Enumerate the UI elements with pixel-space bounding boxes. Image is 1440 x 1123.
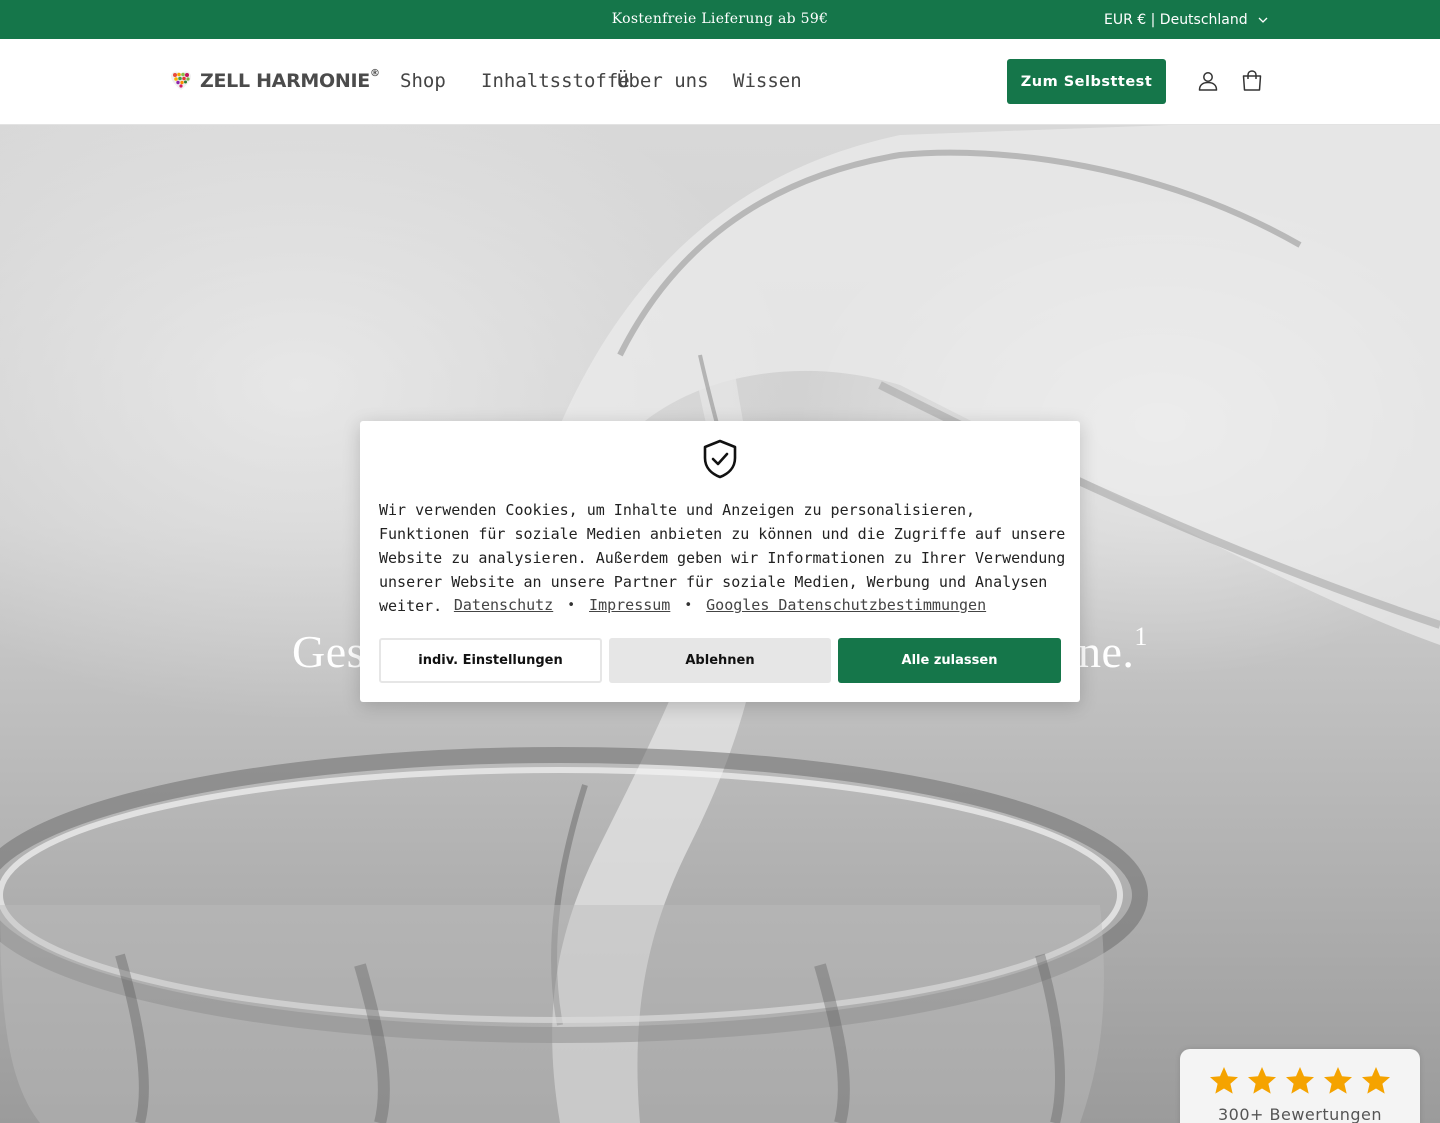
google-privacy-link[interactable]: Googles Datenschutzbestimmungen bbox=[706, 596, 986, 614]
announcement-bar: Kostenfreie Lieferung ab 59€ EUR € | Deu… bbox=[0, 0, 1440, 39]
cookie-links: Datenschutz • Impressum • Googles Datens… bbox=[360, 596, 1080, 614]
site-header: ZELL HARMONIE® Shop Inhaltsstoffe Über u… bbox=[0, 39, 1440, 125]
link-separator: • bbox=[684, 597, 693, 613]
individual-settings-button[interactable]: indiv. Einstellungen bbox=[379, 638, 602, 683]
accept-all-cookies-button[interactable]: Alle zulassen bbox=[838, 638, 1061, 683]
impressum-link[interactable]: Impressum bbox=[589, 596, 670, 614]
shopping-bag-icon[interactable] bbox=[1240, 69, 1264, 93]
link-separator: • bbox=[567, 597, 576, 613]
nav-wissen[interactable]: Wissen bbox=[733, 70, 802, 96]
logo-link[interactable]: ZELL HARMONIE® bbox=[170, 68, 380, 94]
nav-ueber-uns[interactable]: Über uns bbox=[617, 70, 709, 96]
star-icon bbox=[1286, 1067, 1314, 1094]
locale-label: EUR € | Deutschland bbox=[1104, 11, 1248, 28]
selbsttest-button[interactable]: Zum Selbsttest bbox=[1007, 59, 1166, 104]
cookie-consent-dialog: Wir verwenden Cookies, um Inhalte und An… bbox=[360, 421, 1080, 702]
logo-text: ZELL HARMONIE® bbox=[200, 68, 380, 92]
reject-cookies-button[interactable]: Ablehnen bbox=[609, 638, 831, 683]
user-icon[interactable] bbox=[1196, 69, 1220, 93]
star-icon bbox=[1362, 1067, 1390, 1094]
star-icon bbox=[1248, 1067, 1276, 1094]
locale-selector[interactable]: EUR € | Deutschland bbox=[1104, 0, 1268, 39]
datenschutz-link[interactable]: Datenschutz bbox=[454, 596, 553, 614]
nav-inhaltsstoffe[interactable]: Inhaltsstoffe bbox=[481, 70, 630, 96]
reviews-count: 300+ Bewertungen bbox=[1217, 1105, 1383, 1123]
reviews-widget[interactable]: 300+ Bewertungen bbox=[1180, 1049, 1420, 1123]
chevron-down-icon bbox=[1258, 17, 1268, 23]
star-icon bbox=[1210, 1067, 1238, 1094]
rating-stars bbox=[1180, 1065, 1420, 1097]
star-icon bbox=[1324, 1067, 1352, 1094]
heart-logo-icon bbox=[171, 71, 191, 90]
shield-check-icon bbox=[703, 439, 737, 479]
nav-shop[interactable]: Shop bbox=[400, 70, 446, 96]
